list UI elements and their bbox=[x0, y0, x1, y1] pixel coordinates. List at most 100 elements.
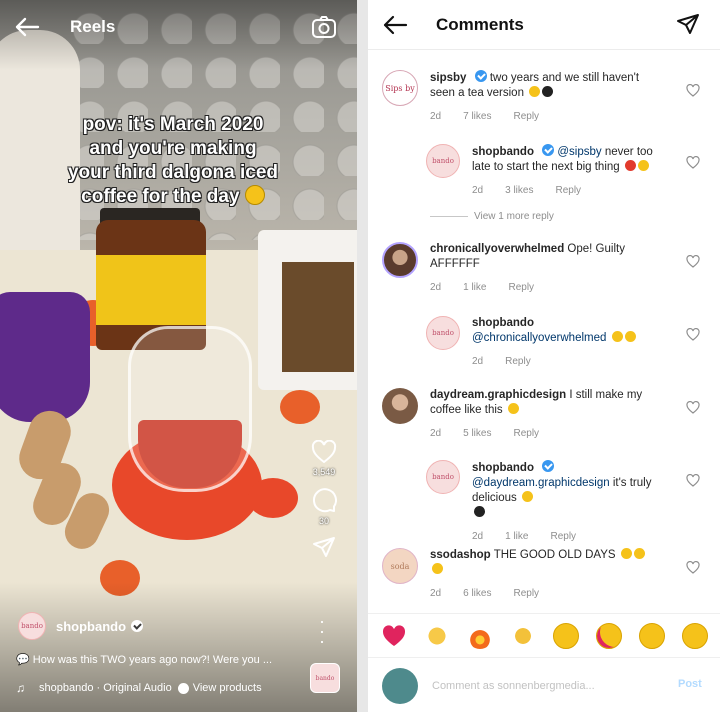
like-action[interactable]: 3,549 bbox=[306, 440, 342, 477]
direct-send-icon[interactable] bbox=[676, 12, 700, 36]
laughing-face-emoji-icon[interactable] bbox=[681, 622, 708, 649]
commenter-avatar[interactable] bbox=[382, 388, 418, 424]
clapping-hands-emoji-icon[interactable] bbox=[509, 622, 536, 649]
reply-button[interactable]: Reply bbox=[513, 426, 539, 441]
red-heart-emoji-icon[interactable] bbox=[381, 623, 407, 649]
comment-username[interactable]: ssodashop bbox=[430, 549, 491, 561]
comment-mention[interactable]: @chronicallyoverwhelmed bbox=[472, 332, 606, 344]
view-more-line bbox=[430, 216, 468, 217]
comment-likes[interactable]: 3 likes bbox=[505, 183, 533, 198]
raised-hands-emoji-icon[interactable] bbox=[423, 622, 450, 649]
comment-username[interactable]: sipsby bbox=[430, 72, 466, 84]
audio-row: ♫ shopbando · Original Audio View produc… bbox=[16, 681, 262, 695]
crying-face-emoji bbox=[529, 86, 541, 97]
comment-body: chronicallyoverwhelmed Ope! Guilty AFFFF… bbox=[430, 242, 652, 295]
view-more-replies[interactable]: View 1 more reply bbox=[430, 211, 554, 222]
comment-time: 2d bbox=[472, 356, 484, 367]
reel-caption[interactable]: 💬 How was this TWO years ago now?! Were … bbox=[16, 653, 272, 666]
music-note-icon: ♫ bbox=[16, 681, 25, 695]
comments-panel: Comments Sips by sipsby two years and we… bbox=[368, 0, 720, 712]
commenter-avatar[interactable]: Sips by bbox=[382, 70, 418, 106]
reply-button[interactable]: Reply bbox=[555, 183, 581, 198]
comment-like-heart-icon[interactable] bbox=[686, 255, 700, 268]
view-products-link[interactable]: View products bbox=[193, 682, 262, 694]
verified-badge-icon bbox=[474, 70, 487, 82]
thinking-face-emoji bbox=[244, 185, 265, 205]
comment-icon[interactable] bbox=[311, 487, 337, 513]
current-user-avatar bbox=[382, 668, 418, 704]
commenter-avatar[interactable] bbox=[382, 242, 418, 278]
comment-username[interactable]: shopbando bbox=[472, 462, 534, 474]
comment-like-heart-icon[interactable] bbox=[686, 328, 700, 341]
audio-thumbnail[interactable]: bando bbox=[310, 663, 340, 693]
camera-icon[interactable] bbox=[311, 14, 337, 40]
author-avatar[interactable]: bando bbox=[18, 612, 46, 640]
back-arrow-icon[interactable] bbox=[382, 14, 408, 36]
measuring-cup bbox=[0, 292, 90, 422]
comments-title: Comments bbox=[436, 15, 524, 34]
comment-likes[interactable]: 7 likes bbox=[463, 109, 491, 124]
comment-input[interactable] bbox=[432, 676, 652, 696]
commenter-avatar[interactable]: soda bbox=[382, 548, 418, 584]
reply-button[interactable]: Reply bbox=[550, 529, 576, 544]
reel-video-panel[interactable]: Reels pov: it's March 2020 and you're ma… bbox=[0, 0, 357, 712]
back-arrow-icon[interactable] bbox=[14, 16, 40, 38]
comment-time: 2d bbox=[472, 531, 484, 542]
comment-likes[interactable]: 6 likes bbox=[463, 586, 491, 601]
video-text-overlay: pov: it's March 2020 and you're making y… bbox=[28, 113, 318, 209]
commenter-avatar[interactable]: bando bbox=[426, 316, 460, 350]
reel-author[interactable]: bando shopbando bbox=[18, 612, 144, 640]
view-more-label[interactable]: View 1 more reply bbox=[474, 211, 554, 222]
drinking-glass bbox=[128, 326, 252, 492]
comment-like-heart-icon[interactable] bbox=[686, 474, 700, 487]
comment-like-heart-icon[interactable] bbox=[686, 156, 700, 169]
fire-emoji-icon[interactable] bbox=[466, 622, 493, 649]
comment-item: soda ssodashop THE GOOD OLD DAYS 2d 6 li… bbox=[382, 548, 652, 601]
heart-eyes-emoji-icon[interactable] bbox=[595, 622, 622, 649]
reply-button[interactable]: Reply bbox=[505, 354, 531, 369]
speech-bubble-icon: 💬 bbox=[16, 654, 30, 666]
comment-username[interactable]: daydream.graphicdesign bbox=[430, 389, 566, 401]
comment-username[interactable]: chronicallyoverwhelmed bbox=[430, 243, 564, 255]
comment-body: daydream.graphicdesign I still make my c… bbox=[430, 388, 652, 441]
reply-button[interactable]: Reply bbox=[513, 109, 539, 124]
heart-icon[interactable] bbox=[311, 440, 337, 464]
comment-likes[interactable]: 5 likes bbox=[463, 426, 491, 441]
comment-likes[interactable]: 1 like bbox=[463, 280, 486, 295]
comment-time: 2d bbox=[430, 282, 442, 293]
astonished-face-emoji-icon[interactable] bbox=[638, 622, 665, 649]
comment-body: shopbando @sipsby never too late to star… bbox=[472, 144, 672, 198]
share-action[interactable] bbox=[306, 536, 342, 558]
reply-button[interactable]: Reply bbox=[513, 586, 539, 601]
comment-meta: 2d 3 likes Reply bbox=[472, 183, 672, 198]
reels-header: Reels bbox=[0, 0, 357, 56]
comment-mention[interactable]: @daydream.graphicdesign bbox=[472, 477, 610, 489]
comment-like-heart-icon[interactable] bbox=[686, 84, 700, 97]
cup-emoji bbox=[624, 160, 636, 171]
crying-face-emoji-icon[interactable] bbox=[552, 622, 579, 649]
comment-username[interactable]: shopbando bbox=[472, 317, 534, 329]
comment-text: THE GOOD OLD DAYS bbox=[493, 549, 616, 561]
commenter-avatar[interactable]: bando bbox=[426, 144, 460, 178]
reply-button[interactable]: Reply bbox=[508, 280, 534, 295]
comment-likes[interactable]: 1 like bbox=[505, 529, 528, 544]
commenter-avatar[interactable]: bando bbox=[426, 460, 460, 494]
post-button[interactable]: Post bbox=[678, 678, 702, 690]
share-icon[interactable] bbox=[312, 536, 336, 558]
comment-composer: Post bbox=[368, 657, 720, 712]
crying-face-emoji bbox=[620, 548, 632, 559]
comment-body: sipsby two years and we still haven't se… bbox=[430, 70, 652, 124]
comment-like-heart-icon[interactable] bbox=[686, 401, 700, 414]
comment-username[interactable]: shopbando bbox=[472, 146, 534, 158]
audio-label[interactable]: shopbando · Original Audio bbox=[39, 682, 172, 694]
coffee-emoji bbox=[474, 506, 485, 517]
overlay-line: your third dalgona iced bbox=[67, 162, 279, 183]
comment-meta: 2d 7 likes Reply bbox=[430, 109, 652, 124]
yum-face-emoji bbox=[521, 491, 533, 502]
more-icon[interactable]: · · · bbox=[318, 612, 326, 650]
comment-meta: 2d 1 like Reply bbox=[430, 280, 652, 295]
comment-action[interactable]: 30 bbox=[306, 487, 342, 526]
comment-mention[interactable]: @sipsby bbox=[557, 146, 601, 158]
comment-like-heart-icon[interactable] bbox=[686, 561, 700, 574]
author-username[interactable]: shopbando bbox=[56, 619, 126, 634]
